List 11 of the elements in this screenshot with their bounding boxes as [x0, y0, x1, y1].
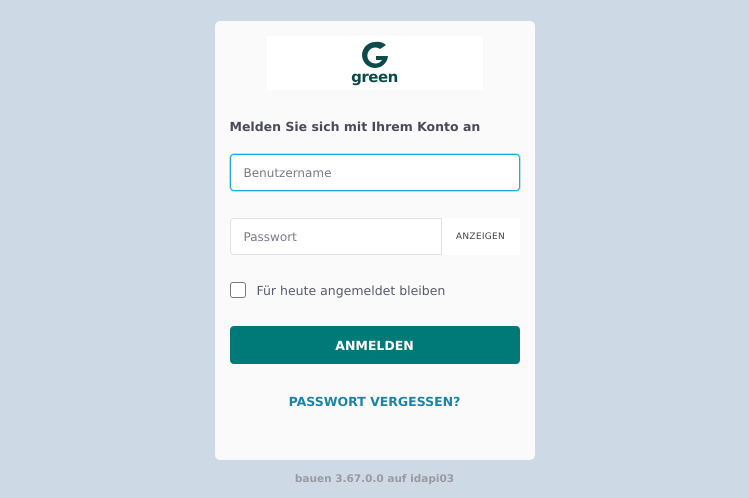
logo-icon: [360, 41, 390, 69]
username-field[interactable]: Benutzername: [230, 154, 520, 191]
login-heading: Melden Sie sich mit Ihrem Konto an: [230, 119, 482, 133]
password-field[interactable]: Passwort: [230, 218, 442, 255]
show-password-button[interactable]: ANZEIGEN: [442, 218, 520, 255]
login-button[interactable]: ANMELDEN: [230, 326, 520, 364]
forgot-password-link[interactable]: PASSWORT VERGESSEN?: [288, 394, 460, 409]
logo-wordmark: green: [351, 69, 398, 85]
version-text: bauen 3.67.0.0 auf idapi03: [294, 473, 454, 485]
remember-label: Für heute angemeldet bleiben: [256, 282, 446, 298]
remember-checkbox[interactable]: [230, 282, 246, 298]
